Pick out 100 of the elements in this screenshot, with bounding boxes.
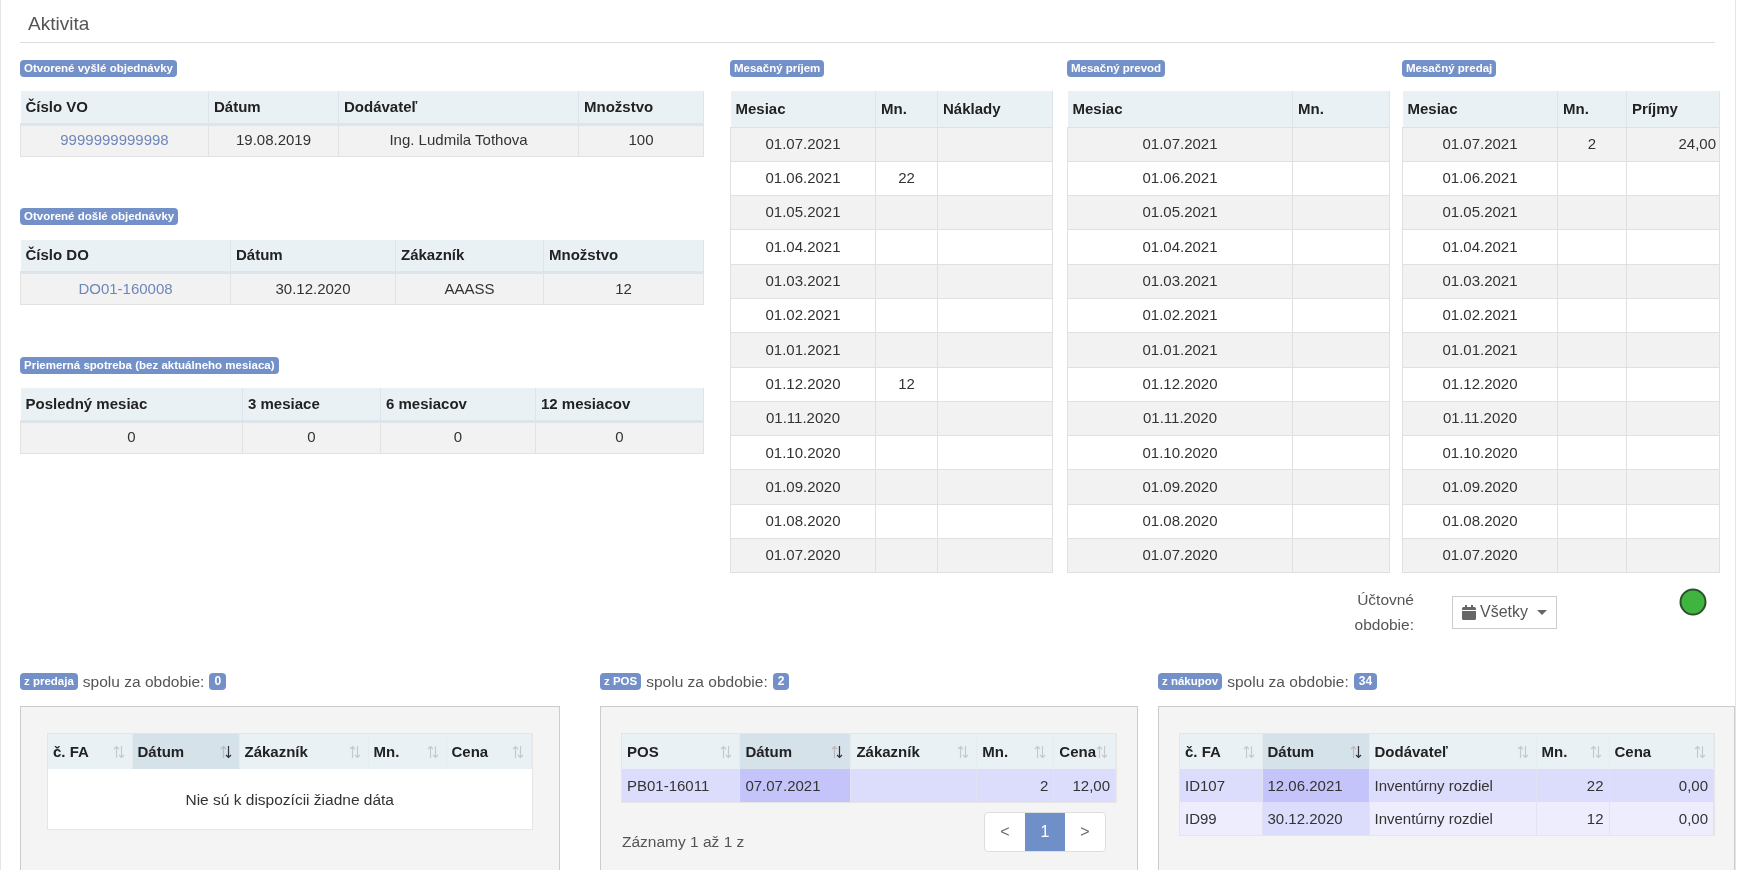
table-cell: 01.09.2020 [1402, 469, 1558, 505]
table-cell: 01.02.2021 [730, 298, 876, 333]
column-header: Mesiac [1402, 91, 1558, 127]
table-cell: ID99 [1180, 802, 1262, 836]
table-cell: 0 [380, 421, 536, 453]
sort-icon [512, 744, 524, 759]
prev-page-button[interactable]: < [985, 813, 1025, 852]
table-cell: 30.12.2020 [230, 272, 396, 305]
column-header[interactable]: Dodávateľ [1369, 734, 1536, 770]
sort-icon [1516, 744, 1529, 759]
records-info: Záznamy 1 až 1 z [622, 832, 745, 853]
table-cell: 01.11.2020 [1402, 401, 1558, 436]
column-header[interactable]: POS [622, 734, 740, 770]
sort-icon [1349, 744, 1362, 759]
column-header[interactable]: Zákazník [239, 734, 368, 770]
table-cell: 01.12.2020 [1402, 367, 1558, 402]
section-badge: Priemerná spotreba (bez aktuálneho mesiaca) [20, 356, 279, 374]
status-dot-icon [1679, 588, 1707, 617]
table-cell: 01.10.2020 [1402, 435, 1558, 470]
table-cell: 01.05.2021 [730, 195, 876, 230]
column-header[interactable]: č. FA [1180, 734, 1262, 770]
sort-icon [831, 744, 844, 759]
summary-label: spolu za obdobie: [1227, 671, 1349, 692]
column-header[interactable]: Cena [446, 734, 532, 770]
table-cell: 22 [1536, 769, 1609, 803]
column-header[interactable]: Zákazník [850, 734, 977, 770]
sort-icon [426, 744, 439, 759]
table-cell: 12,00 [1053, 769, 1116, 803]
table-cell: 0,00 [1609, 769, 1714, 803]
table-cell: 0 [20, 421, 243, 453]
table-cell: 01.04.2021 [1067, 229, 1293, 265]
table-cell: 01.11.2020 [730, 401, 876, 436]
table-cell: 01.03.2021 [1067, 264, 1293, 299]
table-cell: 01.02.2021 [1067, 298, 1293, 333]
table-cell: 07.07.2021 [739, 769, 851, 803]
summary-label: spolu za obdobie: [646, 671, 768, 692]
table-cell: 2 [1557, 127, 1627, 162]
column-header[interactable]: Dátum [132, 734, 239, 770]
table-cell: 01.05.2021 [1067, 195, 1293, 230]
table-cell: 01.07.2020 [1402, 538, 1558, 573]
table-cell: 2 [976, 769, 1054, 803]
section-badge: z POS [600, 672, 642, 690]
table-cell: 01.07.2020 [730, 538, 876, 573]
sort-icon [219, 744, 232, 759]
column-header[interactable]: Dátum [1262, 734, 1369, 770]
sort-icon [1694, 744, 1706, 759]
table-cell: Inventúrny rozdiel [1369, 769, 1536, 803]
summary-label: spolu za obdobie: [82, 671, 205, 692]
table-cell: 0 [242, 421, 381, 453]
period-label: Účtovné obdobie: [1353, 590, 1414, 636]
column-header[interactable]: Cena [1609, 734, 1714, 770]
table-cell: 01.07.2021 [1402, 127, 1558, 162]
table-cell: 12 [875, 367, 938, 402]
table-cell: 01.07.2021 [730, 127, 876, 162]
table-cell: 24,00 [1626, 127, 1720, 162]
section-badge: z predaja [20, 672, 78, 690]
sort-icon [348, 744, 361, 759]
caret-icon [1537, 609, 1547, 615]
column-header: Mesiac [1067, 91, 1293, 127]
section-title: Aktivita [28, 12, 91, 36]
sort-icon [1034, 744, 1047, 759]
table-cell: PB01-16011 [622, 769, 740, 803]
column-header[interactable]: Cena [1053, 734, 1116, 770]
table-cell: 01.01.2021 [1067, 332, 1293, 368]
table-cell: 0,00 [1609, 802, 1714, 836]
table-cell: 01.09.2020 [730, 469, 876, 505]
table-cell: 01.04.2021 [730, 229, 876, 265]
period-dropdown[interactable]: Všetky [1452, 595, 1557, 629]
table-cell: 01.12.2020 [730, 367, 876, 402]
table-cell: 01.07.2020 [1067, 538, 1293, 573]
table-cell: 19.08.2019 [208, 124, 339, 156]
table-cell: 01.12.2020 [1067, 367, 1293, 402]
column-header[interactable]: Mn. [976, 734, 1054, 770]
table-cell: 30.12.2020 [1262, 802, 1369, 836]
count-badge: 34 [1353, 672, 1378, 690]
table-cell: 01.03.2021 [1402, 264, 1558, 299]
column-header: Mn. [875, 91, 938, 127]
column-header[interactable]: č. FA [48, 734, 132, 770]
table-cell: 01.08.2020 [1402, 504, 1558, 539]
sort-icon [957, 744, 970, 759]
calendar-icon [1462, 604, 1476, 620]
section-badge: z nákupov [1158, 672, 1223, 690]
column-header[interactable]: Mn. [368, 734, 446, 770]
column-header: Náklady [937, 91, 1053, 127]
sort-icon [720, 744, 733, 759]
sort-icon [1096, 744, 1108, 759]
table-cell: 01.06.2021 [1402, 161, 1558, 196]
column-header[interactable]: Dátum [739, 734, 851, 770]
table-cell: 01.10.2020 [730, 435, 876, 470]
table-cell: 12 [1536, 802, 1609, 836]
column-header[interactable]: Mn. [1536, 734, 1609, 770]
next-page-button[interactable]: > [1065, 813, 1105, 852]
sort-icon [1242, 744, 1255, 759]
table-cell: 01.02.2021 [1402, 298, 1558, 333]
count-badge: 2 [772, 672, 790, 690]
column-header: Mn. [1557, 91, 1627, 127]
table-cell: Ing. Ludmila Tothova [338, 124, 579, 156]
table-cell: 01.08.2020 [730, 504, 876, 539]
sort-icon [1589, 744, 1602, 759]
table-cell: 01.08.2020 [1067, 504, 1293, 539]
